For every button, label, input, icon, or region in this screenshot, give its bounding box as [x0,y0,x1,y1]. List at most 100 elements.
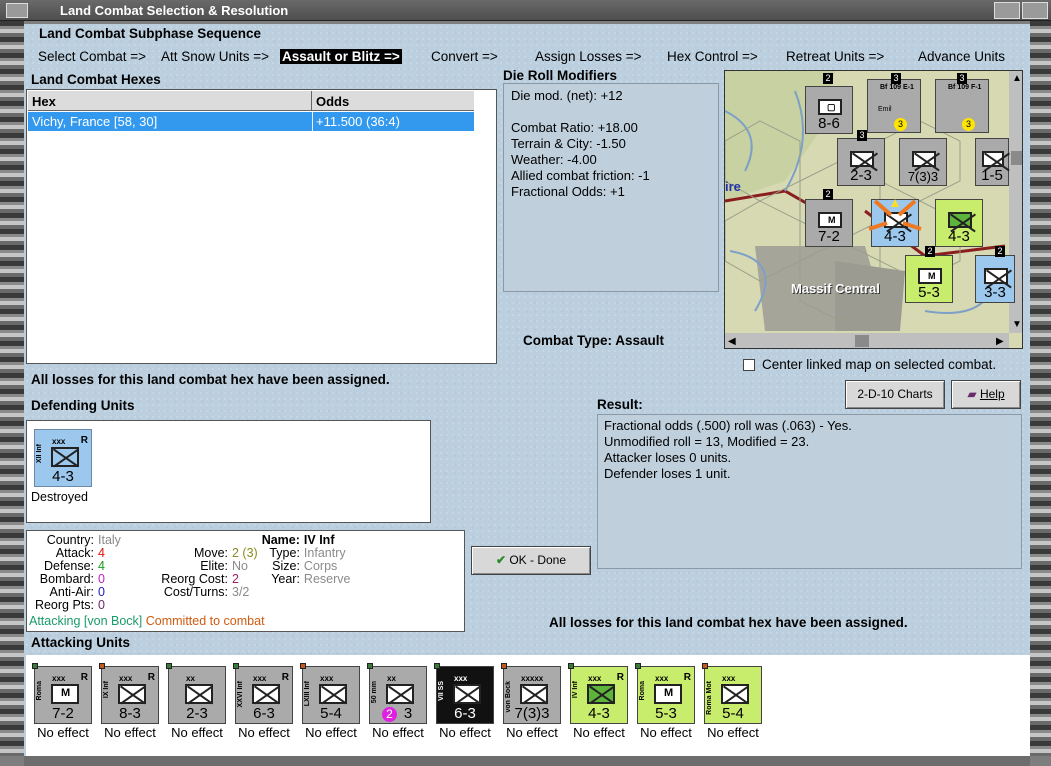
map-edge-text: ire [725,179,741,194]
unit-name: XXVI Inf [237,681,244,708]
hexes-table: Hex Odds Vichy, France [58, 30] +11.500 … [26,89,497,364]
combat-type-value: Assault [615,333,665,348]
step-assault-or-blitz[interactable]: Assault or Blitz => [280,49,402,64]
attacking-unit-counter[interactable]: xxxxx von Bock 7(3)3 [501,663,561,724]
table-row[interactable]: Vichy, France [58, 30] +11.500 (36:4) [28,112,474,131]
odds-column-header[interactable]: Odds [312,91,474,111]
unit-stats-left: Country: Italy Attack: 4 Defense: 4 Bombard… [34,533,121,612]
map-counter[interactable]: 5-34-3 [935,199,983,247]
window-menu-icon[interactable] [6,3,28,18]
map-counter[interactable]: 2-3 [837,138,885,186]
map-counter[interactable]: 3-3 [975,255,1015,303]
attacking-unit-counter[interactable]: xx 2-3 [166,663,226,724]
map-counter[interactable]: 7(3)3 [899,138,947,186]
aircraft-name: Bf 109 E-1 [880,84,914,91]
unit-class: xxx [320,674,334,683]
map-scroll-down[interactable]: ▼ [1012,319,1022,330]
attacking-unit-counter[interactable]: xx 50 mm 2 3 [367,663,427,724]
attacking-unit-counter[interactable]: xxx R Roma M 5-3 [635,663,695,724]
center-map-checkbox[interactable] [743,359,755,371]
aircraft-value: 3 [894,118,907,131]
map-aircraft-counter[interactable]: Bf 109 F-1 3 [935,79,989,133]
step-advance-units[interactable]: Advance Units [918,49,1005,64]
unit-marker [233,663,239,669]
modifier-line: Weather: -4.00 [511,152,597,167]
odds-cell: +11.500 (36:4) [316,114,400,129]
unit-name: IX Inf [103,681,110,699]
attacking-unit-counter[interactable]: xxx R Roma M 7-2 [32,663,92,724]
attacking-unit-status: No effect [171,725,223,740]
unit-reserve-mark: R [616,672,624,683]
unit-symbol-icon [721,684,749,704]
attacking-unit-status: No effect [305,725,357,740]
column-divider [312,112,313,131]
book-icon: ▰ [967,387,977,401]
checkmark-icon: ✔ [495,553,506,567]
map-counter[interactable]: 1-5 [975,138,1009,186]
map-aircraft-counter[interactable]: Bf 109 E-1 Emil 3 [867,79,921,133]
losses-note: All losses for this land combat hex have… [31,372,390,387]
step-att-snow-units[interactable]: Att Snow Units => [161,49,269,64]
map-scroll-right[interactable]: ▶ [996,336,1004,347]
attacking-unit-status: No effect [372,725,424,740]
unit-strength: 6-3 [454,705,476,722]
subphase-sequence: Select Combat => Att Snow Units => Assau… [38,49,1028,67]
stack-badge: 2 [823,189,833,200]
linked-map[interactable]: ire Massif Central ▢ 8-6 2-3 7(3)3 M 7-2 4… [724,70,1023,349]
result-line: Attacker loses 0 units. [604,450,732,465]
stack-badge: 2 [925,246,935,257]
unit-strength: 2-3 [186,705,208,722]
unit-stats-right: Name: IV Inf Move: 2 (3) Type: Infantry Elit… [161,533,351,599]
window-title: Land Combat Selection & Resolution [60,3,289,18]
attacking-unit-counter[interactable]: xxx R IX Inf 8-3 [99,663,159,724]
unit-marker [32,663,38,669]
map-scroll-left[interactable]: ◀ [728,336,736,347]
minimize-button[interactable] [994,2,1020,19]
ok-done-label: OK - Done [509,553,567,567]
attacking-unit-counter[interactable]: xxx LXIII Inf 5-4 [300,663,360,724]
help-button[interactable]: ▰ Help [951,380,1021,409]
unit-symbol-icon [252,684,280,704]
step-select-combat[interactable]: Select Combat => [38,49,146,64]
unit-name: LXIII Inf [304,681,311,707]
close-button[interactable] [1022,2,1048,19]
unit-symbol-icon [587,684,615,704]
stack-badge: 3 [857,130,867,141]
modifier-line: Terrain & City: -1.50 [511,136,626,151]
step-hex-control[interactable]: Hex Control => [667,49,758,64]
losses-note-bottom: All losses for this land combat hex have… [549,615,908,630]
step-convert[interactable]: Convert => [431,49,498,64]
attacking-unit-counter[interactable]: xxx R XXVI Inf 6-3 [233,663,293,724]
unit-marker [635,663,641,669]
motorized-icon: M [664,687,674,699]
charts-button[interactable]: 2-D-10 Charts [845,380,945,409]
modifier-line: Allied combat friction: -1 [511,168,650,183]
map-counter[interactable]: M 5-3 [905,255,953,303]
hex-column-header[interactable]: Hex [28,91,312,111]
step-assign-losses[interactable]: Assign Losses => [535,49,642,64]
map-scroll-up[interactable]: ▲ [1012,73,1022,84]
attacking-text: Attacking [von Bock] [29,614,143,628]
unit-class: xxx [119,674,133,683]
left-border [0,21,24,756]
map-counter[interactable]: M 7-2 [805,199,853,247]
unit-reserve-mark: R [683,672,691,683]
ok-done-button[interactable]: ✔ OK - Done [471,546,591,575]
attacking-unit-counter[interactable]: xxx R IV Inf 4-3 [568,663,628,724]
die-mod-net: Die mod. (net): +12 [511,88,623,103]
hexes-heading: Land Combat Hexes [31,72,161,87]
unit-class: xx [186,674,195,683]
attacking-unit-counter[interactable]: xxx Roma Mot 5-4 [702,663,762,724]
unit-name: Roma [36,681,43,701]
map-counter[interactable]: ▢ 8-6 [805,86,853,134]
attacking-unit-counter[interactable]: xxx VII SS 6-3 [434,663,494,724]
modifier-line: Fractional Odds: +1 [511,184,625,199]
result-line: Fractional odds (.500) roll was (.063) -… [604,418,852,433]
step-retreat-units[interactable]: Retreat Units => [786,49,884,64]
unit-symbol-icon: M [654,684,682,704]
unit-reserve-mark: R [281,672,289,683]
unit-assignment: Attacking [von Bock] Committed to combat [29,614,265,628]
unit-marker [702,663,708,669]
defending-unit-counter[interactable]: xxx R XII Inf 4-3 [34,429,92,487]
unit-strength: 7(3)3 [514,705,550,722]
